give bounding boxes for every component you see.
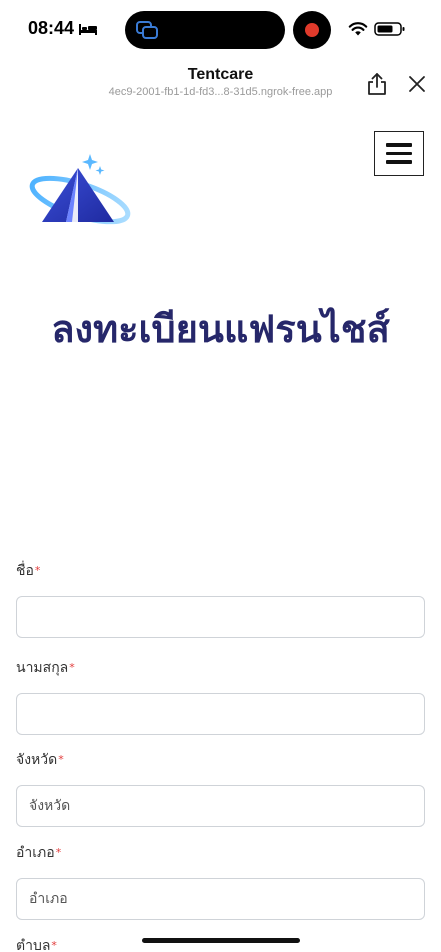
- page: 08:44 Tentcare 4ec9-2001-fb1-1d-fd3...8-…: [0, 0, 441, 952]
- district-label: อำเภอ*: [16, 842, 425, 864]
- menu-line: [386, 151, 412, 156]
- required-mark: *: [58, 753, 64, 766]
- tent-logo-icon: [29, 154, 131, 225]
- sleep-mode-icon: [79, 23, 98, 35]
- dynamic-island: [125, 11, 285, 49]
- required-mark: *: [55, 846, 62, 859]
- province-field: จังหวัด*: [16, 749, 425, 827]
- menu-line: [386, 143, 412, 147]
- page-title: ลงทะเบียนแฟรนไชส์: [51, 307, 390, 351]
- subdistrict-field: ตำบล*: [16, 935, 57, 952]
- required-mark: *: [69, 661, 75, 674]
- province-input[interactable]: [16, 785, 425, 827]
- last-name-label-text: นามสกุล: [16, 660, 69, 676]
- required-mark: *: [34, 564, 41, 577]
- first-name-input[interactable]: [16, 596, 425, 638]
- first-name-label: ชื่อ*: [16, 560, 425, 582]
- subdistrict-label: ตำบล*: [16, 935, 57, 952]
- district-label-text: อำเภอ: [16, 845, 55, 861]
- required-mark: *: [51, 939, 57, 952]
- last-name-label: นามสกุล*: [16, 657, 425, 679]
- hamburger-menu-icon[interactable]: [374, 131, 424, 176]
- last-name-field: นามสกุล*: [16, 657, 425, 735]
- screen-mirroring-icon: [136, 21, 158, 39]
- first-name-label-text: ชื่อ: [16, 563, 34, 579]
- share-icon[interactable]: [366, 72, 388, 96]
- subdistrict-label-text: ตำบล: [16, 938, 51, 952]
- status-bar: 08:44: [0, 0, 441, 60]
- province-label-text: จังหวัด: [16, 752, 58, 768]
- district-field: อำเภอ*: [16, 842, 425, 920]
- last-name-input[interactable]: [16, 693, 425, 735]
- battery-icon: [374, 22, 405, 36]
- status-time-text: 08:44: [28, 18, 75, 38]
- first-name-field: ชื่อ*: [16, 560, 425, 638]
- browser-header: Tentcare 4ec9-2001-fb1-1d-fd3...8-31d5.n…: [0, 60, 441, 106]
- wifi-icon: [348, 22, 368, 36]
- close-icon[interactable]: [407, 74, 427, 94]
- province-label: จังหวัด*: [16, 749, 425, 771]
- menu-line: [386, 160, 412, 164]
- home-indicator[interactable]: [142, 938, 300, 943]
- status-time: 08:44: [28, 18, 98, 39]
- screen-recording-icon: [293, 11, 331, 49]
- district-input[interactable]: [16, 878, 425, 920]
